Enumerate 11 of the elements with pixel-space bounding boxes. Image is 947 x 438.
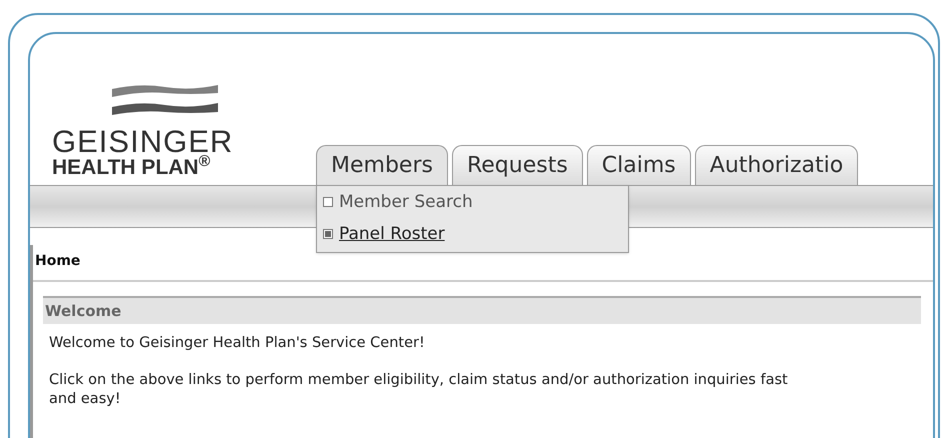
logo-subtitle: HEALTH PLAN$^{®}$ [52, 157, 212, 179]
welcome-text: Welcome to Geisinger Health Plan's Service Center! [49, 334, 426, 353]
panel-header: Welcome [43, 296, 921, 324]
welcome-text: Click on the above links to perform member eligibility, claim status and/or authorization inquiries fast and easy! [49, 371, 789, 409]
menu-item[interactable]: Panel Roster [323, 222, 622, 246]
nav-tab[interactable]: Requests [452, 145, 583, 185]
nav-tab[interactable]: Members [316, 145, 448, 185]
breadcrumb: Home [33, 245, 933, 282]
nav-tab[interactable]: Claims [586, 145, 691, 185]
nav-tab[interactable]: Authorizatio [694, 145, 858, 185]
menu-item[interactable]: Member Search [323, 190, 622, 214]
